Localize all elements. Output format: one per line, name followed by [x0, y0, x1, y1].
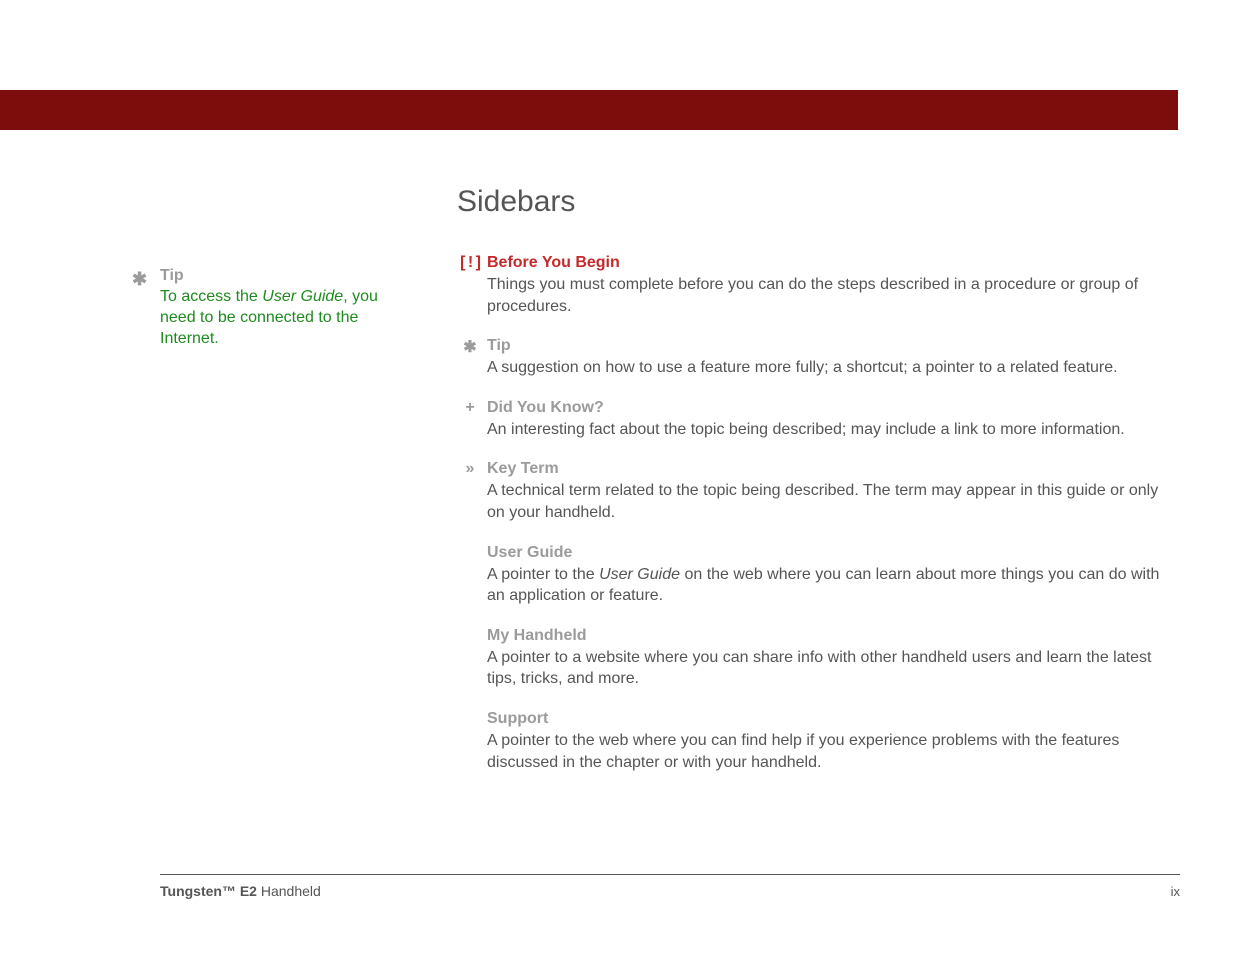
- footer-row: Tungsten™ E2 Handheld ix: [160, 883, 1180, 899]
- item-body-em: User Guide: [599, 566, 680, 583]
- item-body: A pointer to a website where you can sha…: [487, 647, 1180, 690]
- item-title: Key Term: [487, 460, 1180, 478]
- page-title: Sidebars: [457, 185, 1180, 219]
- asterisk-icon: ✱: [132, 269, 147, 290]
- item-body: A technical term related to the topic be…: [487, 480, 1180, 523]
- sidebar-definition: ✱Tip A suggestion on how to use a feature…: [457, 337, 1180, 379]
- sidebar-definition: [ ! ]Before You Begin Things you must com…: [457, 254, 1180, 317]
- items-list: [ ! ]Before You Begin Things you must com…: [457, 254, 1180, 773]
- item-body-prefix: A pointer to the: [487, 566, 599, 583]
- item-icon: »: [457, 460, 483, 478]
- sidebar-tip-box: ✱ Tip To access the User Guide, you need…: [132, 267, 382, 349]
- tip-body: To access the User Guide, you need to be…: [160, 287, 382, 349]
- tip-body-em: User Guide: [262, 288, 343, 305]
- header-band: [0, 90, 1178, 130]
- sidebar-definition: Support A pointer to the web where you ca…: [457, 710, 1180, 773]
- page-footer: Tungsten™ E2 Handheld ix: [160, 874, 1180, 899]
- item-title: Did You Know?: [487, 399, 1180, 417]
- item-icon: [ ! ]: [457, 254, 483, 272]
- item-title: Before You Begin: [487, 254, 1180, 272]
- footer-product-rest: Handheld: [257, 883, 321, 899]
- main-content: Sidebars [ ! ]Before You Begin Things you…: [457, 185, 1180, 793]
- sidebar-definition: My Handheld A pointer to a website where …: [457, 627, 1180, 690]
- item-icon: ✱: [457, 337, 483, 357]
- tip-body-prefix: To access the: [160, 288, 262, 305]
- sidebar-definition: »Key Term A technical term related to the…: [457, 460, 1180, 523]
- sidebar-definition: +Did You Know? An interesting fact about …: [457, 399, 1180, 441]
- item-icon: +: [457, 399, 483, 417]
- sidebar-definition: User GuideA pointer to the User Guide on…: [457, 544, 1180, 607]
- footer-page-number: ix: [1171, 884, 1180, 899]
- item-body: A suggestion on how to use a feature mor…: [487, 357, 1180, 379]
- item-title: Support: [487, 710, 1180, 728]
- item-title: My Handheld: [487, 627, 1180, 645]
- item-body: Things you must complete before you can …: [487, 274, 1180, 317]
- footer-product-bold: Tungsten™ E2: [160, 883, 257, 899]
- item-title: User Guide: [487, 544, 1180, 562]
- item-body: An interesting fact about the topic bein…: [487, 419, 1180, 441]
- tip-label: Tip: [160, 267, 382, 285]
- footer-product: Tungsten™ E2 Handheld: [160, 883, 321, 899]
- item-title: Tip: [487, 337, 1180, 355]
- item-body: A pointer to the User Guide on the web w…: [487, 564, 1180, 607]
- footer-rule: [160, 874, 1180, 875]
- item-body: A pointer to the web where you can find …: [487, 730, 1180, 773]
